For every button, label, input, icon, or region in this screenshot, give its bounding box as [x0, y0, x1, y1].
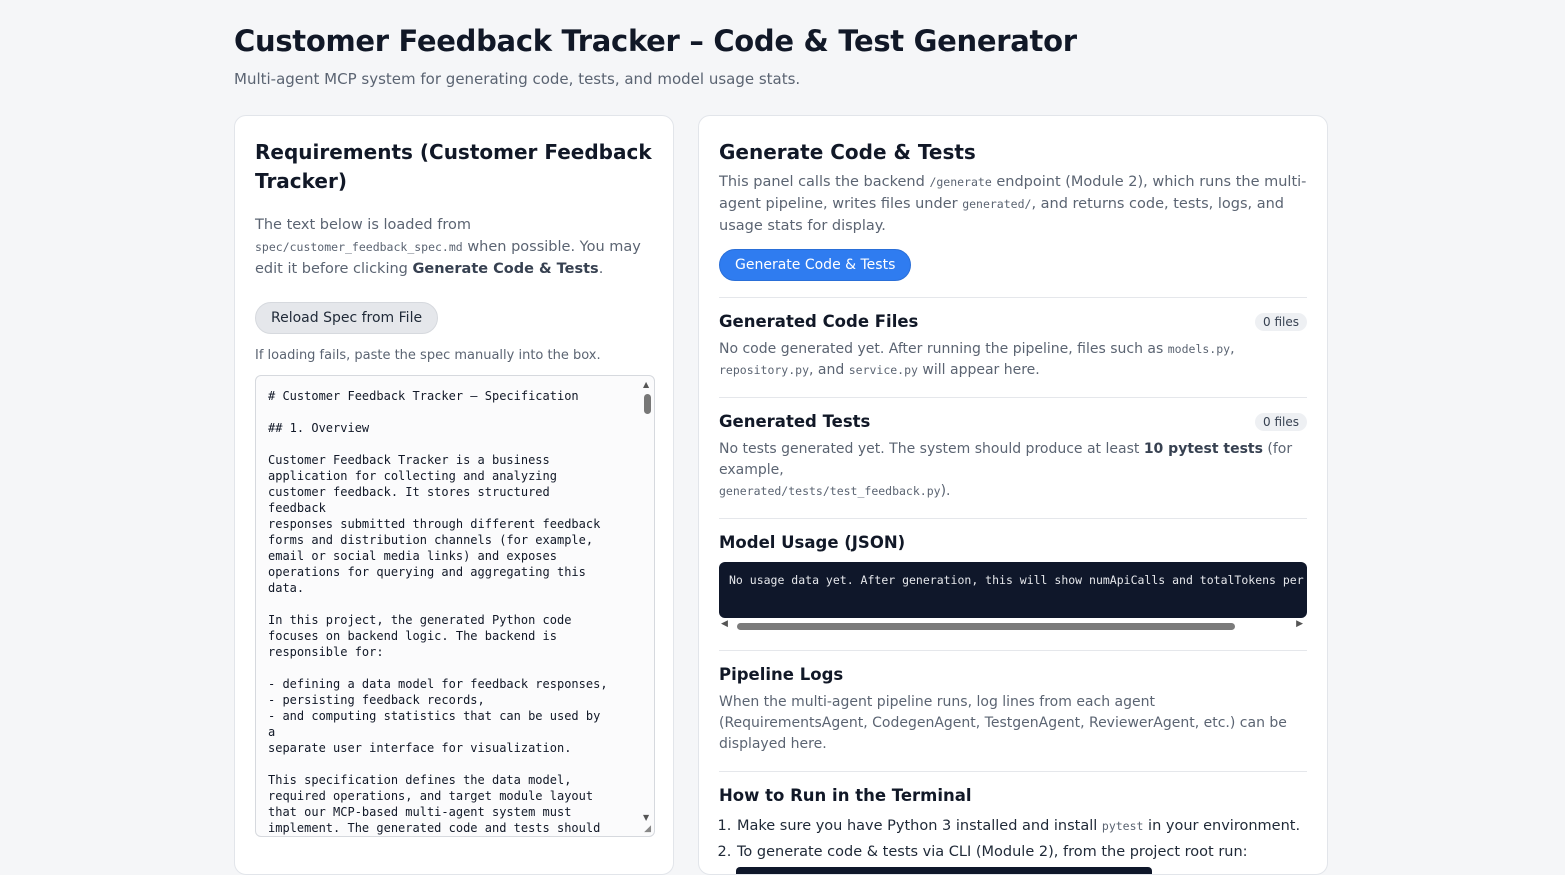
tests-text-1: No tests generated yet. The system shoul…	[719, 441, 1144, 457]
vertical-scrollbar[interactable]: ▲ ▼	[642, 380, 652, 826]
usage-json-box[interactable]: No usage data yet. After generation, thi…	[719, 562, 1307, 618]
test-file-path: generated/tests/test_feedback.py	[719, 484, 941, 498]
generate-description: This panel calls the backend /generate e…	[719, 171, 1307, 237]
howto-step-1: Make sure you have Python 3 installed an…	[736, 813, 1307, 839]
generate-title: Generate Code & Tests	[719, 140, 976, 164]
code-files-empty-text: No code generated yet. After running the…	[719, 339, 1307, 381]
generate-button[interactable]: Generate Code & Tests	[719, 249, 912, 281]
logs-title: Pipeline Logs	[719, 665, 844, 684]
triangle-up-icon[interactable]: ▲	[643, 380, 649, 389]
tests-title: Generated Tests	[719, 412, 871, 431]
requirements-card: Requirements (Customer Feedback Tracker)…	[234, 115, 674, 875]
logs-text: When the multi-agent pipeline runs, log …	[719, 694, 1287, 752]
endpoint-code: /generate	[929, 175, 992, 189]
howto-steps: Make sure you have Python 3 installed an…	[719, 813, 1307, 865]
tests-bold: 10 pytest tests	[1143, 441, 1263, 457]
usage-section: Model Usage (JSON) No usage data yet. Af…	[719, 518, 1307, 634]
hscroll-thumb[interactable]	[737, 623, 1235, 630]
triangle-right-icon[interactable]: ▶	[1296, 619, 1303, 629]
tests-count-badge: 0 files	[1255, 412, 1307, 431]
requirements-title: Requirements (Customer Feedback Tracker)	[255, 140, 652, 193]
code-files-count-badge: 0 files	[1255, 312, 1307, 331]
generate-card: Generate Code & Tests This panel calls t…	[698, 115, 1328, 875]
usage-title: Model Usage (JSON)	[719, 533, 906, 552]
code-files-title: Generated Code Files	[719, 312, 919, 331]
code-files-section: Generated Code Files 0 files No code gen…	[719, 297, 1307, 381]
sep: ,	[1230, 341, 1235, 357]
requirements-description: The text below is loaded from spec/custo…	[255, 214, 653, 280]
generated-dir-code: generated/	[962, 197, 1032, 211]
tests-empty-text: No tests generated yet. The system shoul…	[719, 439, 1307, 502]
desc-suffix: .	[598, 261, 604, 277]
file-service: service.py	[848, 363, 918, 377]
reload-spec-button[interactable]: Reload Spec from File	[255, 302, 439, 334]
code-files-text-1: No code generated yet. After running the…	[719, 341, 1168, 357]
code-files-text-3: will appear here.	[917, 362, 1040, 378]
howto-section: How to Run in the Terminal Make sure you…	[719, 771, 1307, 874]
desc-text-1: This panel calls the backend	[719, 174, 930, 190]
scroll-thumb[interactable]	[644, 394, 651, 414]
file-repository: repository.py	[719, 363, 810, 377]
desc-bold: Generate Code & Tests	[412, 261, 599, 277]
load-hint: If loading fails, paste the spec manuall…	[255, 348, 601, 363]
horizontal-scrollbar[interactable]: ◀ ▶	[719, 619, 1307, 634]
triangle-down-icon[interactable]: ▼	[643, 813, 649, 822]
howto-step-2: To generate code & tests via CLI (Module…	[736, 839, 1307, 865]
spec-textarea[interactable]: # Customer Feedback Tracker – Specificat…	[255, 375, 655, 837]
spec-content[interactable]: # Customer Feedback Tracker – Specificat…	[256, 376, 626, 836]
page-subtitle: Multi-agent MCP system for generating co…	[234, 70, 801, 88]
resize-grip-icon[interactable]: ◢	[644, 824, 651, 834]
cli-command[interactable]: python -m orchestrator.main spec/custome…	[736, 867, 1152, 874]
step1-text-b: in your environment.	[1143, 818, 1301, 834]
tests-text-3: ).	[940, 483, 951, 499]
spec-path: spec/customer_feedback_spec.md	[255, 240, 463, 254]
step1-text-a: Make sure you have Python 3 installed an…	[737, 818, 1102, 834]
file-models: models.py	[1167, 342, 1231, 356]
page-title: Customer Feedback Tracker – Code & Test …	[234, 24, 1077, 58]
logs-section: Pipeline Logs When the multi-agent pipel…	[719, 650, 1307, 755]
triangle-left-icon[interactable]: ◀	[721, 619, 728, 629]
desc-prefix: The text below is loaded from	[255, 217, 471, 233]
pytest-code: pytest	[1101, 819, 1144, 833]
code-files-text-2: , and	[809, 362, 849, 378]
howto-title: How to Run in the Terminal	[719, 786, 972, 805]
tests-section: Generated Tests 0 files No tests generat…	[719, 397, 1307, 502]
